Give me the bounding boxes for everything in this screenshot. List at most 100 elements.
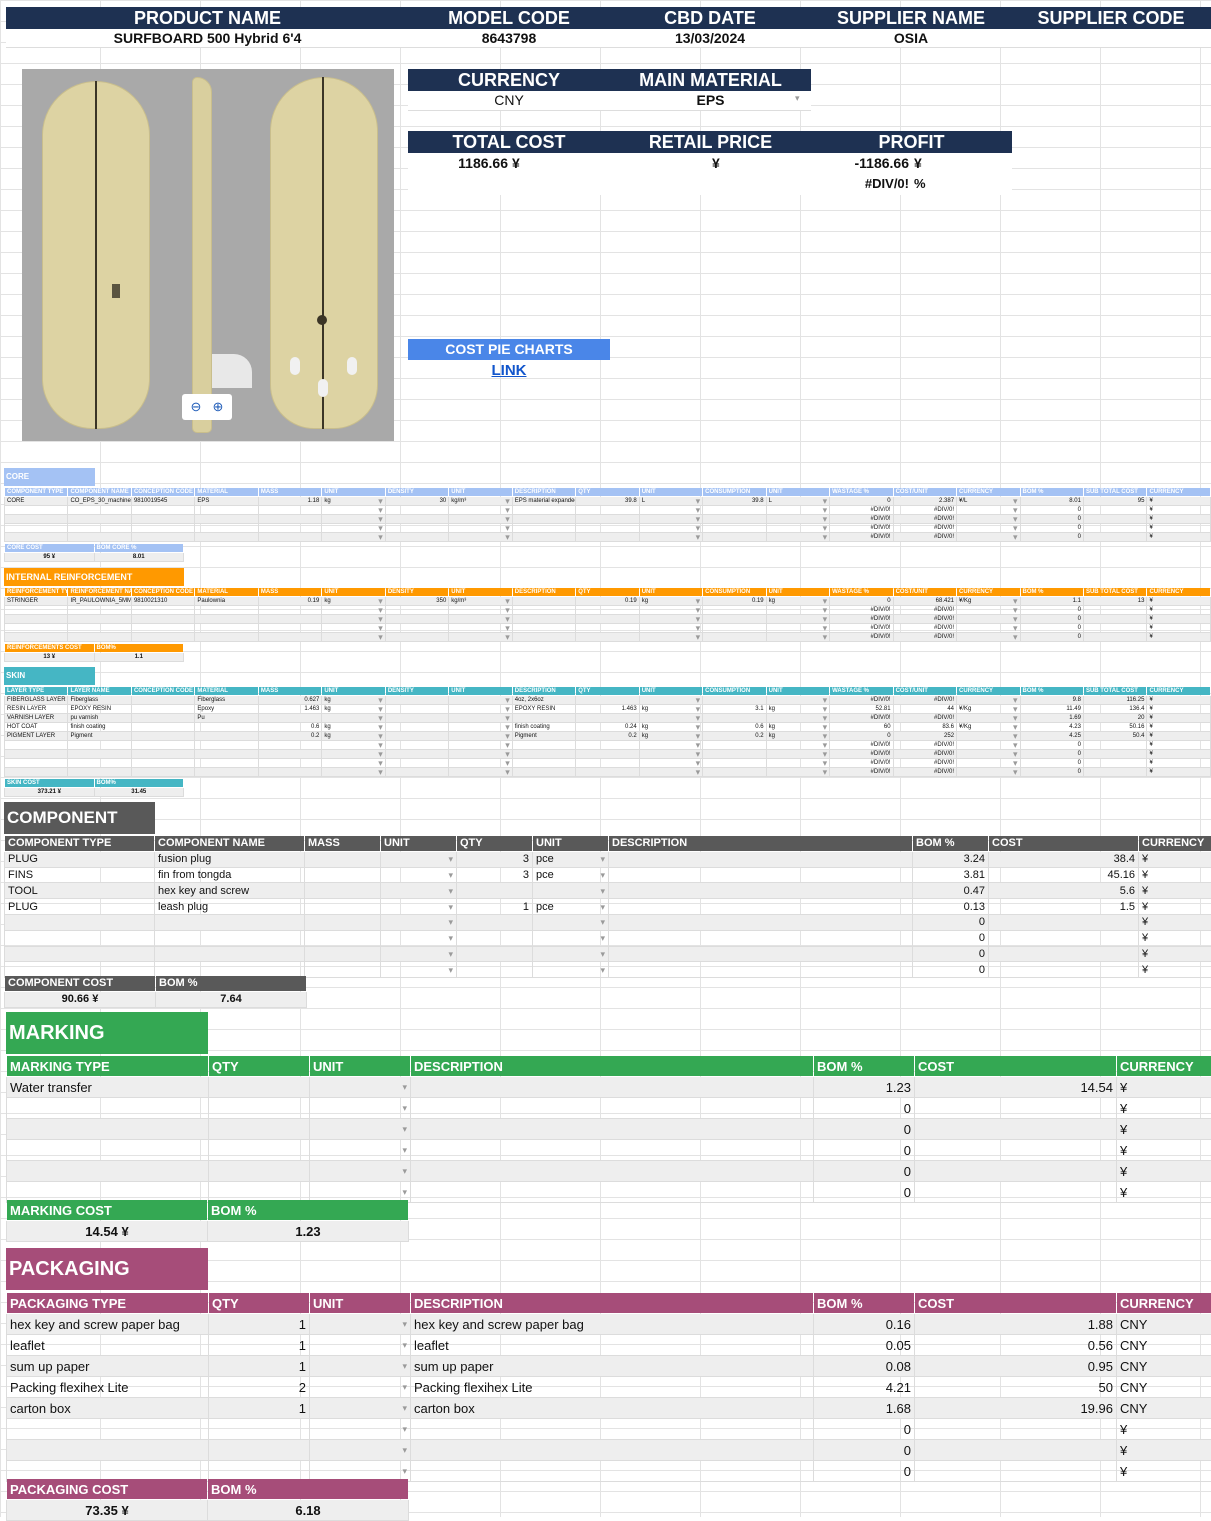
table-cell[interactable] [155, 946, 305, 962]
table-cell[interactable]: 0 [1020, 633, 1083, 642]
table-cell[interactable]: leaflet [411, 1335, 814, 1356]
table-cell[interactable] [703, 606, 766, 615]
table-cell[interactable]: 1 [209, 1356, 310, 1377]
table-cell[interactable]: ¥ [1147, 741, 1211, 750]
table-cell[interactable]: TOOL [5, 883, 155, 899]
table-cell[interactable] [609, 930, 913, 946]
table-cell[interactable]: 50 [915, 1377, 1117, 1398]
table-cell[interactable] [5, 741, 68, 750]
table-cell[interactable]: IR_PAULOWNIA_5MM [68, 597, 131, 606]
table-cell[interactable] [766, 615, 829, 624]
table-cell[interactable]: 1 [209, 1314, 310, 1335]
table-cell[interactable]: 38.4 [989, 851, 1139, 867]
table-cell[interactable] [385, 705, 448, 714]
table-cell[interactable] [957, 696, 1020, 705]
table-cell[interactable] [305, 867, 381, 883]
table-cell[interactable] [449, 768, 512, 777]
table-cell[interactable]: ¥ [1147, 497, 1211, 506]
table-cell[interactable]: ¥ [1147, 506, 1211, 515]
table-cell[interactable] [449, 714, 512, 723]
table-cell[interactable] [5, 506, 68, 515]
table-cell[interactable] [1083, 768, 1146, 777]
table-cell[interactable]: 0 [1020, 515, 1083, 524]
table-cell[interactable] [131, 624, 194, 633]
table-cell[interactable]: kg [322, 705, 385, 714]
table-cell[interactable] [449, 732, 512, 741]
table-cell[interactable]: 0 [814, 1161, 915, 1182]
table-cell[interactable]: kg [322, 597, 385, 606]
table-cell[interactable] [703, 759, 766, 768]
table-cell[interactable] [195, 533, 258, 542]
table-cell[interactable] [195, 732, 258, 741]
table-cell[interactable]: PIGMENT LAYER [5, 732, 68, 741]
table-cell[interactable]: 2.387 [893, 497, 956, 506]
table-cell[interactable] [381, 946, 457, 962]
table-cell[interactable] [989, 962, 1139, 978]
table-cell[interactable] [766, 714, 829, 723]
table-cell[interactable] [131, 759, 194, 768]
table-cell[interactable]: 0.2 [576, 732, 639, 741]
table-cell[interactable] [989, 914, 1139, 930]
table-cell[interactable]: ¥ [1139, 883, 1211, 899]
table-cell[interactable] [957, 615, 1020, 624]
table-cell[interactable]: 44 [893, 705, 956, 714]
table-cell[interactable]: 0 [814, 1119, 915, 1140]
table-cell[interactable] [766, 515, 829, 524]
table-cell[interactable] [703, 714, 766, 723]
table-cell[interactable]: ¥ [1147, 524, 1211, 533]
table-cell[interactable] [68, 506, 131, 515]
table-cell[interactable] [915, 1440, 1117, 1461]
table-cell[interactable] [381, 899, 457, 915]
table-cell[interactable] [533, 962, 609, 978]
table-cell[interactable]: pu varnish [68, 714, 131, 723]
table-cell[interactable]: ¥ [1147, 759, 1211, 768]
table-cell[interactable]: 0 [830, 497, 893, 506]
table-cell[interactable]: 0.6 [258, 723, 321, 732]
table-cell[interactable]: 50.4 [1083, 732, 1146, 741]
table-cell[interactable]: 9810021310 [131, 597, 194, 606]
table-cell[interactable]: RESIN LAYER [5, 705, 68, 714]
table-cell[interactable]: Fiberglass [195, 696, 258, 705]
table-cell[interactable] [5, 624, 68, 633]
table-cell[interactable] [322, 633, 385, 642]
table-cell[interactable] [703, 768, 766, 777]
table-cell[interactable] [609, 899, 913, 915]
table-cell[interactable] [5, 946, 155, 962]
table-cell[interactable] [957, 741, 1020, 750]
table-cell[interactable] [68, 759, 131, 768]
table-cell[interactable] [381, 930, 457, 946]
table-cell[interactable] [381, 867, 457, 883]
table-cell[interactable]: 0.56 [915, 1335, 1117, 1356]
table-cell[interactable]: ¥ [1147, 705, 1211, 714]
table-cell[interactable]: ¥ [1117, 1419, 1211, 1440]
table-cell[interactable]: ¥ [1147, 768, 1211, 777]
table-cell[interactable] [310, 1140, 411, 1161]
table-cell[interactable] [322, 714, 385, 723]
table-cell[interactable] [322, 624, 385, 633]
table-cell[interactable] [989, 930, 1139, 946]
table-cell[interactable]: 20 [1083, 714, 1146, 723]
table-cell[interactable] [457, 962, 533, 978]
table-cell[interactable]: #DIV/0! [893, 750, 956, 759]
table-cell[interactable] [639, 696, 702, 705]
table-cell[interactable]: ¥ [1139, 851, 1211, 867]
table-cell[interactable] [258, 533, 321, 542]
table-cell[interactable]: 0 [1020, 750, 1083, 759]
table-cell[interactable] [310, 1335, 411, 1356]
table-cell[interactable]: 1 [209, 1398, 310, 1419]
table-cell[interactable]: CNY [1117, 1398, 1211, 1419]
table-cell[interactable] [576, 633, 639, 642]
table-cell[interactable] [576, 533, 639, 542]
table-cell[interactable]: hex key and screw paper bag [7, 1314, 209, 1335]
table-cell[interactable] [533, 930, 609, 946]
table-cell[interactable]: ¥/Kg [957, 597, 1020, 606]
table-cell[interactable] [258, 759, 321, 768]
table-cell[interactable] [703, 750, 766, 759]
table-cell[interactable]: 0 [913, 946, 989, 962]
table-cell[interactable] [512, 759, 575, 768]
table-cell[interactable]: #DIV/0! [830, 533, 893, 542]
table-cell[interactable]: 1.463 [258, 705, 321, 714]
table-cell[interactable] [131, 714, 194, 723]
table-cell[interactable] [5, 615, 68, 624]
table-cell[interactable] [457, 946, 533, 962]
